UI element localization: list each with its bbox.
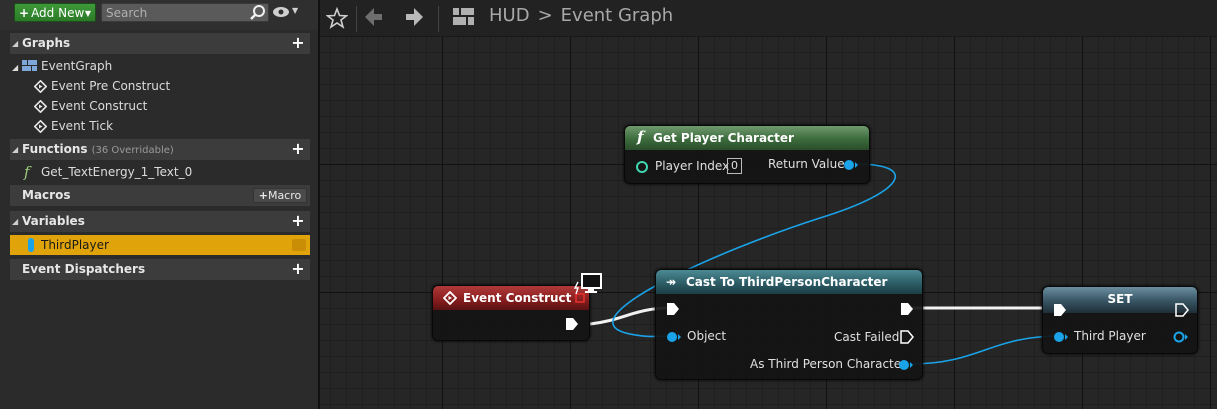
exec-in-pin[interactable] — [666, 302, 680, 316]
event-construct-node[interactable]: Event Construct — [432, 285, 590, 341]
variable-item-thirdplayer[interactable]: ThirdPlayer — [10, 235, 310, 255]
toolbar-divider — [356, 6, 357, 32]
tree-item-event[interactable]: Event Construct — [10, 96, 310, 116]
my-blueprint-panel: +Add New ▼ ▼ ◢ Graphs + ◢ EventGraph Eve… — [0, 0, 320, 409]
third-player-label: Third Player — [1074, 329, 1146, 343]
exec-out-pin[interactable] — [900, 302, 914, 316]
macros-section-header[interactable]: Macros +Macro — [10, 185, 310, 206]
get-player-character-node[interactable]: f Get Player Character Player Index 0 Re… — [624, 125, 870, 184]
collapse-arrow-icon[interactable]: ◢ — [12, 139, 18, 160]
event-diamond-icon — [443, 291, 457, 305]
graphs-section-header[interactable]: ◢ Graphs + — [10, 33, 310, 54]
add-dispatcher-button[interactable]: + — [291, 261, 305, 277]
add-macro-button[interactable]: +Macro — [253, 188, 307, 203]
collapse-arrow-icon[interactable]: ◢ — [12, 211, 18, 232]
node-title: Event Construct — [463, 291, 572, 305]
plus-icon: + — [19, 6, 30, 20]
client-server-icon — [573, 273, 602, 295]
cast-failed-label: Cast Failed — [834, 330, 900, 344]
graph-icon — [22, 60, 37, 71]
add-graph-button[interactable]: + — [291, 35, 305, 51]
exec-out-pin[interactable] — [900, 330, 914, 344]
node-title: Get Player Character — [653, 131, 794, 145]
node-title: SET — [1107, 292, 1133, 306]
back-arrow-icon[interactable] — [364, 6, 384, 28]
star-icon[interactable] — [326, 7, 348, 29]
functions-count: (36 Overridable) — [91, 145, 174, 156]
node-header: f Get Player Character — [625, 126, 869, 150]
variables-section-header[interactable]: ◢ Variables + — [10, 211, 310, 232]
plus-icon: + — [258, 189, 268, 202]
as-third-person-character-label: As Third Person Character — [750, 357, 907, 371]
dispatchers-section-header[interactable]: Event Dispatchers + — [10, 259, 310, 280]
event-diamond-icon — [34, 100, 47, 113]
collapse-arrow-icon[interactable]: ◢ — [12, 58, 18, 78]
variables-title: Variables — [22, 214, 85, 228]
event-label: Event Pre Construct — [51, 79, 171, 93]
event-diamond-icon — [34, 80, 47, 93]
macros-title: Macros — [22, 188, 71, 202]
collapse-arrow-icon[interactable]: ◢ — [12, 33, 18, 54]
cast-to-thirdpersoncharacter-node[interactable]: ↠ Cast To ThirdPersonCharacter Object Ca… — [655, 269, 923, 380]
eventgraph-label: EventGraph — [41, 59, 113, 73]
functions-title: Functions (36 Overridable) — [22, 139, 174, 161]
forward-arrow-icon[interactable] — [404, 6, 424, 28]
exec-out-pin[interactable] — [1175, 303, 1189, 317]
node-header: ↠ Cast To ThirdPersonCharacter — [656, 270, 922, 294]
tree-item-eventgraph[interactable]: ◢ EventGraph — [10, 56, 310, 76]
variable-pill-icon — [28, 238, 34, 252]
exec-in-pin[interactable] — [1053, 303, 1067, 317]
graphs-title: Graphs — [22, 36, 71, 50]
input-pin[interactable] — [635, 160, 649, 174]
chevron-down-icon: ▼ — [84, 9, 91, 18]
breadcrumb-item[interactable]: HUD — [489, 5, 530, 26]
chevron-down-icon[interactable]: ▼ — [292, 6, 298, 15]
functions-section-header[interactable]: ◢ Functions (36 Overridable) + — [10, 139, 310, 160]
player-index-field[interactable]: 0 — [727, 158, 742, 174]
tree-item-event[interactable]: Event Pre Construct — [10, 76, 310, 96]
function-icon: f — [24, 163, 30, 181]
event-diamond-icon — [34, 120, 47, 133]
visibility-toggle[interactable] — [292, 239, 306, 251]
add-new-label: Add New — [31, 6, 85, 20]
return-value-label: Return Value — [768, 157, 845, 171]
breadcrumb: HUD > Event Graph — [489, 5, 673, 26]
object-input-pin[interactable] — [666, 330, 682, 344]
node-title: Cast To ThirdPersonCharacter — [686, 275, 888, 289]
toolbar-divider — [438, 6, 439, 32]
exec-out-pin[interactable] — [565, 317, 579, 331]
add-function-button[interactable]: + — [291, 141, 305, 157]
add-new-button[interactable]: + Add New ▼ — [14, 3, 96, 22]
search-icon[interactable] — [249, 4, 267, 21]
event-label: Event Construct — [51, 99, 148, 113]
cast-arrow-icon: ↠ — [666, 275, 677, 289]
graph-icon — [453, 8, 474, 25]
breadcrumb-item[interactable]: Event Graph — [561, 5, 674, 26]
macro-button-label: Macro — [267, 189, 302, 202]
eye-icon[interactable] — [272, 6, 290, 18]
function-label: Get_TextEnergy_1_Text_0 — [41, 165, 193, 179]
function-icon: f — [637, 128, 644, 146]
add-variable-button[interactable]: + — [291, 213, 305, 229]
event-label: Event Tick — [51, 119, 114, 133]
object-label: Object — [687, 329, 727, 343]
graph-toolbar: HUD > Event Graph — [320, 0, 1217, 37]
variable-label: ThirdPlayer — [41, 238, 109, 252]
set-variable-node[interactable]: SET Third Player — [1042, 286, 1198, 354]
object-output-pin[interactable] — [898, 358, 914, 372]
object-output-pin[interactable] — [1173, 330, 1189, 344]
functions-title-text: Functions — [22, 142, 88, 156]
tree-item-event[interactable]: Event Tick — [10, 116, 310, 136]
panel-toolbar: +Add New ▼ ▼ — [0, 0, 318, 30]
function-item[interactable]: f Get_TextEnergy_1_Text_0 — [10, 162, 310, 182]
object-input-pin[interactable] — [1053, 330, 1069, 344]
output-pin[interactable] — [843, 158, 859, 172]
search-input[interactable] — [101, 3, 269, 22]
chevron-right-icon: > — [537, 5, 553, 26]
dispatchers-title: Event Dispatchers — [22, 262, 146, 276]
node-header: Event Construct — [433, 286, 589, 310]
player-index-label: Player Index — [655, 159, 730, 173]
